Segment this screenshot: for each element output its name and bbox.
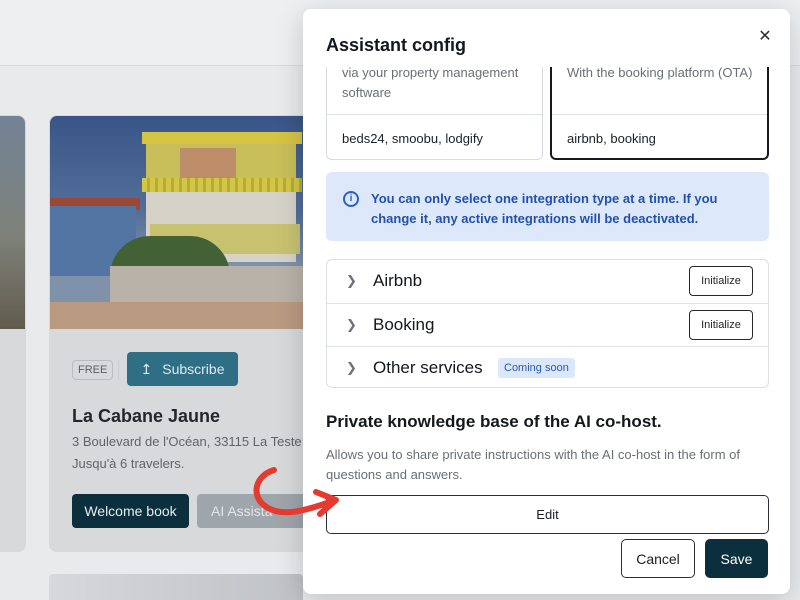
cancel-button[interactable]: Cancel bbox=[621, 539, 695, 578]
service-label: Booking bbox=[373, 315, 435, 334]
divider bbox=[118, 360, 119, 380]
service-label: Airbnb bbox=[373, 271, 423, 290]
property-title: La Cabane Jaune bbox=[72, 406, 221, 426]
integration-description: via your property management software bbox=[342, 67, 519, 100]
chevron-right-icon: ❯ bbox=[346, 273, 357, 288]
modal-content[interactable]: via your property management software be… bbox=[326, 67, 769, 537]
service-label: Other services bbox=[373, 358, 483, 377]
free-badge: FREE bbox=[72, 360, 114, 380]
integration-platforms: airbnb, booking bbox=[567, 131, 656, 146]
subscribe-button[interactable]: ↥ Subscribe bbox=[127, 352, 238, 386]
knowledge-base-description: Allows you to share private instructions… bbox=[326, 447, 741, 482]
welcome-book-button[interactable]: Welcome book bbox=[72, 494, 189, 528]
subscribe-label: Subscribe bbox=[162, 361, 225, 377]
initialize-airbnb-button[interactable]: Initialize bbox=[689, 266, 753, 296]
property-card-next bbox=[49, 574, 303, 600]
ai-assistant-button[interactable]: AI Assista bbox=[197, 494, 307, 528]
property-card-partial bbox=[0, 115, 26, 552]
integration-platforms: beds24, smoobu, lodgify bbox=[342, 131, 483, 146]
accordion-item-other-services[interactable]: ❯ Other services Coming soon bbox=[327, 346, 768, 389]
save-button[interactable]: Save bbox=[705, 539, 768, 578]
assistant-config-modal: Assistant config ✕ via your property man… bbox=[303, 9, 790, 594]
info-alert: i You can only select one integration ty… bbox=[326, 172, 769, 241]
modal-title: Assistant config bbox=[326, 35, 467, 55]
chevron-right-icon: ❯ bbox=[346, 360, 357, 375]
property-card: FREE ↥ Subscribe La Cabane Jaune 3 Boule… bbox=[49, 115, 319, 552]
property-capacity: Jusqu'à 6 travelers. bbox=[72, 456, 185, 471]
integration-description: With the booking platform (OTA) bbox=[567, 67, 753, 80]
chevron-right-icon: ❯ bbox=[346, 317, 357, 332]
accordion-item-booking[interactable]: ❯ Booking Initialize bbox=[327, 303, 768, 346]
integration-option-ota[interactable]: With the booking platform (OTA) airbnb, … bbox=[550, 67, 769, 160]
services-accordion: ❯ Airbnb Initialize ❯ Booking Initialize… bbox=[326, 259, 769, 388]
initialize-booking-button[interactable]: Initialize bbox=[689, 310, 753, 340]
coming-soon-badge: Coming soon bbox=[498, 358, 575, 378]
accordion-item-airbnb[interactable]: ❯ Airbnb Initialize bbox=[327, 260, 768, 303]
property-address: 3 Boulevard de l'Océan, 33115 La Teste bbox=[72, 434, 302, 449]
close-icon[interactable]: ✕ bbox=[754, 25, 776, 47]
info-icon: i bbox=[343, 191, 359, 207]
info-text: You can only select one integration type… bbox=[371, 191, 718, 226]
upload-icon: ↥ bbox=[140, 360, 153, 377]
edit-knowledge-base-button[interactable]: Edit bbox=[326, 495, 769, 534]
knowledge-base-title: Private knowledge base of the AI co-host… bbox=[326, 412, 662, 431]
integration-option-pms[interactable]: via your property management software be… bbox=[326, 67, 543, 160]
